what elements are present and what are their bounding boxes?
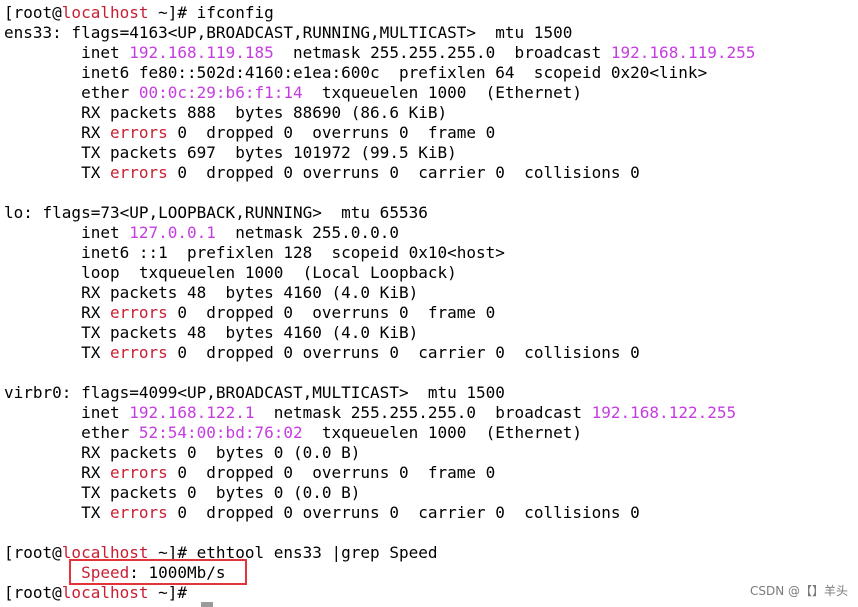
terminal-line: [root@localhost ~]# (4, 583, 755, 603)
terminal-text: ~]# (148, 583, 188, 602)
terminal-text: inet6 fe80::502d:4160:e1ea:600c prefixle… (4, 63, 708, 82)
terminal-text: 0 dropped 0 overruns 0 frame 0 (167, 303, 496, 322)
terminal-text: loop txqueuelen 1000 (Local Loopback) (4, 263, 457, 282)
terminal-text: TX packets 0 bytes 0 (0.0 B) (4, 483, 361, 502)
terminal-line: TX errors 0 dropped 0 overruns 0 carrier… (4, 163, 755, 183)
terminal-line: ether 52:54:00:bd:76:02 txqueuelen 1000 … (4, 423, 755, 443)
terminal-text: netmask 255.255.255.0 broadcast (254, 403, 592, 422)
terminal-text: inet (4, 43, 130, 62)
terminal-line: RX errors 0 dropped 0 overruns 0 frame 0 (4, 463, 755, 483)
terminal-line: inet 192.168.122.1 netmask 255.255.255.0… (4, 403, 755, 423)
terminal-cursor (201, 602, 213, 607)
terminal-line: TX packets 697 bytes 101972 (99.5 KiB) (4, 143, 755, 163)
terminal-text: netmask 255.255.255.0 broadcast (273, 43, 611, 62)
highlighted-keyword: errors (109, 163, 168, 182)
terminal-text: 0 dropped 0 overruns 0 carrier 0 collisi… (167, 503, 640, 522)
terminal-line: ens33: flags=4163<UP,BROADCAST,RUNNING,M… (4, 23, 755, 43)
terminal-line: [root@localhost ~]# ifconfig (4, 3, 755, 23)
highlighted-keyword: errors (109, 303, 168, 322)
terminal-text: TX (4, 343, 110, 362)
terminal-line: TX errors 0 dropped 0 overruns 0 carrier… (4, 343, 755, 363)
terminal-text: RX packets 888 bytes 88690 (86.6 KiB) (4, 103, 448, 122)
terminal-text: inet (4, 223, 130, 242)
terminal-text: 0 dropped 0 overruns 0 frame 0 (167, 463, 496, 482)
terminal-line: inet6 ::1 prefixlen 128 scopeid 0x10<hos… (4, 243, 755, 263)
terminal-text: txqueuelen 1000 (Ethernet) (302, 423, 582, 442)
terminal-text: lo: flags=73<UP,LOOPBACK,RUNNING> mtu 65… (4, 203, 428, 222)
terminal-line: RX packets 888 bytes 88690 (86.6 KiB) (4, 103, 755, 123)
speed-highlight-box (69, 559, 247, 585)
terminal-text: TX (4, 503, 110, 522)
terminal-line: inet 192.168.119.185 netmask 255.255.255… (4, 43, 755, 63)
highlighted-address: 192.168.119.255 (610, 43, 756, 62)
terminal-text: ~]# ifconfig (148, 3, 274, 22)
highlighted-keyword: errors (109, 503, 168, 522)
terminal-text: RX packets 48 bytes 4160 (4.0 KiB) (4, 283, 419, 302)
terminal-text: inet (4, 403, 130, 422)
highlighted-address: 00:0c:29:b6:f1:14 (138, 83, 303, 102)
highlighted-keyword: errors (109, 463, 168, 482)
terminal-line: RX errors 0 dropped 0 overruns 0 frame 0 (4, 123, 755, 143)
terminal-text: TX (4, 163, 110, 182)
terminal-text: txqueuelen 1000 (Ethernet) (302, 83, 582, 102)
terminal-text: ens33: flags=4163<UP,BROADCAST,RUNNING,M… (4, 23, 573, 42)
csdn-watermark: CSDN @【】羊头 (749, 584, 848, 598)
terminal-line: TX packets 48 bytes 4160 (4.0 KiB) (4, 323, 755, 343)
highlighted-keyword: errors (109, 343, 168, 362)
terminal-line: inet 127.0.0.1 netmask 255.0.0.0 (4, 223, 755, 243)
terminal-text: [root@ (4, 3, 62, 22)
terminal-output[interactable]: [root@localhost ~]# ifconfig ens33: flags… (4, 3, 755, 603)
terminal-text: 0 dropped 0 overruns 0 carrier 0 collisi… (167, 163, 640, 182)
terminal-line: TX errors 0 dropped 0 overruns 0 carrier… (4, 503, 755, 523)
highlighted-address: 52:54:00:bd:76:02 (138, 423, 303, 442)
highlighted-address: 192.168.119.185 (129, 43, 274, 62)
highlighted-keyword: errors (109, 123, 168, 142)
highlighted-address: 192.168.122.1 (129, 403, 255, 422)
terminal-text: ether (4, 83, 139, 102)
terminal-line: ether 00:0c:29:b6:f1:14 txqueuelen 1000 … (4, 83, 755, 103)
terminal-text: 0 dropped 0 overruns 0 frame 0 (167, 123, 496, 142)
terminal-line: virbr0: flags=4099<UP,BROADCAST,MULTICAS… (4, 383, 755, 403)
terminal-line: TX packets 0 bytes 0 (0.0 B) (4, 483, 755, 503)
terminal-line: inet6 fe80::502d:4160:e1ea:600c prefixle… (4, 63, 755, 83)
highlighted-keyword: localhost (61, 3, 149, 22)
terminal-text: netmask 255.0.0.0 (215, 223, 399, 242)
terminal-text: [root@ (4, 543, 62, 562)
terminal-text: 0 dropped 0 overruns 0 carrier 0 collisi… (167, 343, 640, 362)
terminal-text: ether (4, 423, 139, 442)
terminal-line: RX errors 0 dropped 0 overruns 0 frame 0 (4, 303, 755, 323)
terminal-text: [root@ (4, 583, 62, 602)
terminal-line: loop txqueuelen 1000 (Local Loopback) (4, 263, 755, 283)
terminal-text: RX packets 0 bytes 0 (0.0 B) (4, 443, 361, 462)
terminal-text: virbr0: flags=4099<UP,BROADCAST,MULTICAS… (4, 383, 505, 402)
highlighted-keyword: localhost (61, 583, 149, 602)
terminal-line: RX packets 48 bytes 4160 (4.0 KiB) (4, 283, 755, 303)
highlighted-address: 192.168.122.255 (591, 403, 737, 422)
terminal-text: inet6 ::1 prefixlen 128 scopeid 0x10<hos… (4, 243, 505, 262)
terminal-text: RX (4, 463, 110, 482)
terminal-line: lo: flags=73<UP,LOOPBACK,RUNNING> mtu 65… (4, 203, 755, 223)
terminal-text: TX packets 48 bytes 4160 (4.0 KiB) (4, 323, 419, 342)
terminal-line: RX packets 0 bytes 0 (0.0 B) (4, 443, 755, 463)
terminal-text: RX (4, 123, 110, 142)
highlighted-address: 127.0.0.1 (129, 223, 216, 242)
terminal-text: TX packets 697 bytes 101972 (99.5 KiB) (4, 143, 457, 162)
terminal-text: RX (4, 303, 110, 322)
